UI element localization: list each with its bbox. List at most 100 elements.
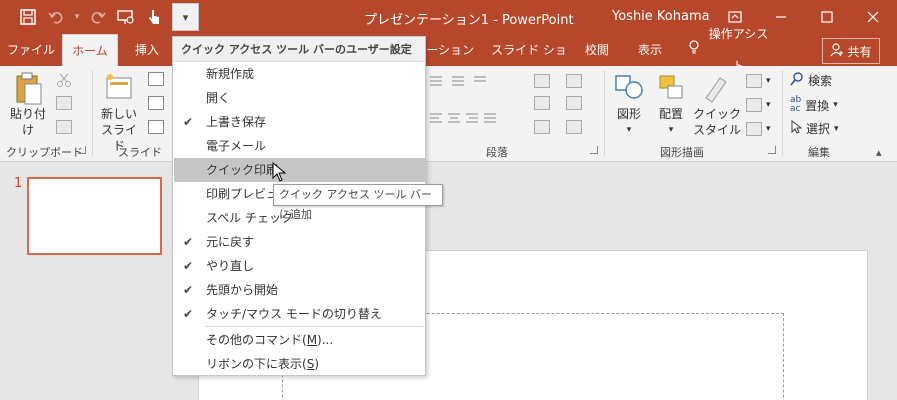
new-slide-label-1: 新しい bbox=[100, 107, 137, 121]
group-label-slides: スライド bbox=[118, 146, 162, 159]
shapes-icon bbox=[614, 72, 644, 104]
align-text-icon[interactable] bbox=[534, 96, 550, 110]
share-label: 共有 bbox=[847, 44, 872, 59]
tab-review[interactable]: 校閲 bbox=[578, 34, 616, 66]
tab-view[interactable]: 表示 bbox=[630, 34, 670, 66]
cut-icon[interactable] bbox=[56, 72, 72, 88]
menu-item-new[interactable]: 新規作成 bbox=[174, 62, 425, 86]
clipboard-launcher-icon[interactable] bbox=[78, 146, 86, 154]
menu-item-show-below-ribbon[interactable]: リボンの下に表示(S) bbox=[174, 352, 425, 376]
checkmark-icon: ✔ bbox=[183, 307, 194, 321]
menu-item-more-commands[interactable]: その他のコマンド(M)... bbox=[174, 328, 425, 352]
bullets-icon[interactable] bbox=[430, 74, 490, 88]
menu-item-open[interactable]: 開く bbox=[174, 86, 425, 110]
search-icon bbox=[790, 72, 804, 89]
smartart-icon[interactable] bbox=[534, 120, 550, 134]
format-painter-icon[interactable] bbox=[56, 120, 72, 134]
copy-icon[interactable] bbox=[56, 96, 72, 110]
menu-item-label: 開く bbox=[206, 91, 231, 105]
customize-qat-icon[interactable]: ▾ bbox=[172, 3, 199, 31]
close-icon[interactable] bbox=[850, 0, 896, 34]
touch-mouse-mode-icon[interactable] bbox=[140, 0, 168, 34]
redo-icon[interactable] bbox=[84, 0, 112, 34]
paste-button[interactable]: 貼り付け bbox=[6, 72, 50, 138]
layout-icon[interactable] bbox=[148, 72, 164, 86]
menu-item-undo[interactable]: ✔ 元に戻す bbox=[174, 230, 425, 254]
mouse-cursor-icon bbox=[272, 161, 287, 182]
replace-icon: ab ac bbox=[790, 95, 802, 114]
shapes-label: 図形 bbox=[616, 107, 641, 121]
share-button[interactable]: 共有 bbox=[822, 38, 880, 64]
more-commands-suffix: )... bbox=[317, 333, 334, 347]
save-icon[interactable] bbox=[14, 0, 42, 34]
checkmark-icon: ✔ bbox=[183, 283, 194, 297]
lightbulb-icon bbox=[688, 34, 700, 66]
maximize-icon[interactable] bbox=[804, 0, 850, 34]
quick-styles-button[interactable]: クイック スタイル bbox=[692, 72, 742, 138]
undo-icon[interactable] bbox=[42, 0, 70, 34]
new-slide-button[interactable]: 新しい スライド bbox=[96, 72, 142, 154]
group-separator bbox=[604, 70, 605, 156]
menu-item-label: 電子メール bbox=[206, 139, 267, 153]
quick-styles-label-1: クイック bbox=[692, 107, 741, 121]
tab-slideshow[interactable]: スライド ショー bbox=[486, 34, 572, 89]
menu-item-label: 元に戻す bbox=[206, 235, 255, 249]
tab-home[interactable]: ホーム bbox=[62, 34, 118, 66]
presentation-start-icon[interactable] bbox=[112, 0, 140, 34]
paste-icon bbox=[13, 72, 43, 105]
person-icon bbox=[830, 42, 844, 60]
show-below-suffix: ) bbox=[314, 357, 319, 371]
drawing-launcher-icon[interactable] bbox=[768, 146, 776, 154]
arrange-label: 配置 bbox=[658, 107, 683, 121]
shapes-button[interactable]: 図形 ▾ bbox=[610, 72, 648, 138]
quick-styles-icon bbox=[702, 72, 732, 104]
menu-item-label: クイック印刷 bbox=[206, 163, 279, 177]
quick-styles-label-2: スタイル bbox=[692, 123, 741, 137]
user-name[interactable]: Yoshie Kohama bbox=[612, 9, 710, 24]
paste-label: 貼り付け bbox=[9, 107, 46, 137]
more-commands-prefix: その他のコマンド( bbox=[206, 333, 307, 347]
undo-dropdown-icon[interactable]: ▾ bbox=[70, 0, 84, 34]
shape-fill-icon[interactable]: ▾ bbox=[746, 74, 771, 88]
menu-item-quick-print[interactable]: クイック印刷 bbox=[174, 158, 425, 182]
select-dropdown-icon: ▾ bbox=[834, 123, 839, 134]
menu-item-label: 新規作成 bbox=[206, 67, 255, 81]
slide-thumbnail[interactable] bbox=[27, 177, 162, 255]
arrange-button[interactable]: 配置 ▾ bbox=[652, 72, 690, 138]
align-icons[interactable] bbox=[430, 112, 520, 126]
tab-tell-me[interactable]: 操作アシスト bbox=[688, 27, 774, 73]
menu-item-touch-mouse-mode[interactable]: ✔ タッチ/マウス モードの切り替え bbox=[174, 302, 425, 326]
find-button[interactable]: 検索 bbox=[790, 72, 832, 89]
text-direction-icon[interactable] bbox=[534, 74, 550, 88]
group-label-editing: 編集 bbox=[808, 146, 830, 159]
menu-item-redo[interactable]: ✔ やり直し bbox=[174, 254, 425, 278]
arrange-icon bbox=[656, 72, 686, 104]
group-separator bbox=[92, 70, 93, 156]
window-title: プレゼンテーション1 - PowerPoint bbox=[364, 13, 574, 28]
select-button[interactable]: 選択 ▾ bbox=[790, 119, 839, 137]
checkmark-icon: ✔ bbox=[183, 235, 194, 249]
replace-label: 置換 bbox=[805, 98, 830, 113]
line-spacing-icon[interactable] bbox=[566, 74, 582, 88]
replace-dropdown-icon: ▾ bbox=[833, 100, 838, 110]
shape-effects-icon[interactable]: ▾ bbox=[746, 122, 771, 136]
section-icon[interactable] bbox=[148, 120, 164, 134]
reset-icon[interactable] bbox=[148, 96, 164, 110]
convert-icon[interactable] bbox=[566, 120, 582, 134]
tab-insert[interactable]: 挿入 bbox=[124, 34, 170, 66]
more-commands-accesskey: M bbox=[306, 333, 318, 347]
collapse-ribbon-icon[interactable]: ▴ bbox=[876, 146, 882, 159]
shape-outline-icon[interactable]: ▾ bbox=[746, 98, 771, 112]
new-slide-icon bbox=[104, 72, 134, 104]
replace-button[interactable]: ab ac 置換 ▾ bbox=[790, 96, 838, 114]
tab-file[interactable]: ファイル bbox=[4, 34, 58, 66]
checkmark-icon: ✔ bbox=[183, 259, 194, 273]
paragraph-launcher-icon[interactable] bbox=[590, 146, 598, 154]
slide-number: 1 bbox=[14, 176, 23, 191]
menu-item-save[interactable]: ✔ 上書き保存 bbox=[174, 110, 425, 134]
quick-access-toolbar: ▾ ▾ bbox=[0, 0, 182, 34]
ribbon: 貼り付け クリップボード 新しい スライド スライド 段落 図形 ▾ 配置 ▾ … bbox=[0, 66, 897, 162]
columns-icon[interactable] bbox=[566, 96, 582, 110]
menu-item-start-from-beginning[interactable]: ✔ 先頭から開始 bbox=[174, 278, 425, 302]
menu-item-email[interactable]: 電子メール bbox=[174, 134, 425, 158]
